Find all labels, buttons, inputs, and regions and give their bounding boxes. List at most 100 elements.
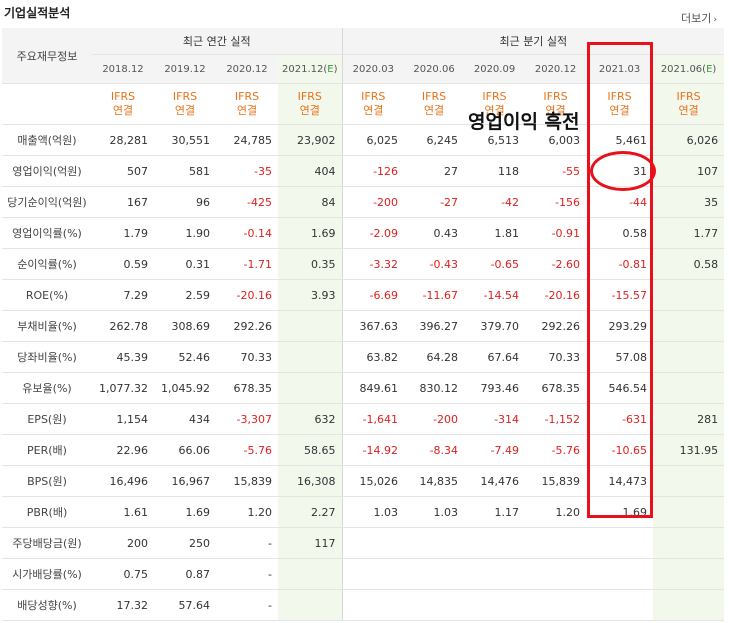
row-label: 부채비율(%) — [2, 310, 92, 342]
table-cell: 1,154 — [92, 403, 154, 435]
ifrs-standard: IFRS — [421, 90, 447, 103]
table-cell: 678.35 — [525, 372, 587, 404]
table-cell: 1,077.32 — [92, 372, 154, 404]
table-cell: -2.60 — [525, 248, 587, 280]
table-cell: 1.20 — [216, 496, 278, 528]
row-label: 영업이익(억원) — [2, 155, 92, 187]
table-cell — [653, 558, 725, 590]
table-cell — [586, 527, 654, 559]
table-cell: 6,025 — [341, 124, 405, 156]
table-cell — [653, 589, 725, 621]
table-cell: 27 — [404, 155, 465, 187]
table-cell: 0.35 — [278, 248, 343, 280]
table-cell — [278, 341, 343, 373]
table-cell: -200 — [404, 403, 465, 435]
ifrs-label[interactable]: IFRS 연결 — [216, 83, 278, 125]
table-cell — [653, 372, 725, 404]
ifrs-label[interactable]: IFRS 연결 — [154, 83, 216, 125]
annual-group-header: 최근 연간 실적 — [92, 28, 343, 55]
period-header: 2021.12(E) — [278, 54, 343, 84]
table-cell: 507 — [92, 155, 154, 187]
table-row: 부채비율(%) 262.78 308.69 292.26 367.63 396.27 379… — [2, 310, 725, 342]
table-cell: -20.16 — [216, 279, 278, 311]
ifrs-spacer — [2, 83, 92, 125]
table-cell: 1.79 — [92, 217, 154, 249]
table-cell: 308.69 — [154, 310, 216, 342]
table-cell: 14,476 — [464, 465, 526, 497]
ifrs-standard: IFRS — [543, 90, 568, 103]
table-cell: -0.14 — [216, 217, 278, 249]
table-cell: 23,902 — [278, 124, 343, 156]
row-label: 시가배당률(%) — [2, 558, 92, 590]
quarterly-group-header: 최근 분기 실적 — [341, 28, 725, 55]
row-label: PER(배) — [2, 434, 92, 466]
table-cell — [653, 279, 725, 311]
table-cell: 118 — [464, 155, 526, 187]
table-cell: 28,281 — [92, 124, 154, 156]
table-cell: -27 — [404, 186, 465, 218]
table-cell: 1.61 — [92, 496, 154, 528]
table-cell: 57.64 — [154, 589, 216, 621]
table-cell: 0.31 — [154, 248, 216, 280]
more-link[interactable]: 더보기 › — [681, 10, 717, 26]
table-cell — [464, 589, 526, 621]
ifrs-consolidated: 연결 — [299, 104, 320, 117]
table-cell: 0.43 — [404, 217, 465, 249]
table-row: 유보율(%) 1,077.32 1,045.92 678.35 849.61 830.12… — [2, 372, 725, 404]
table-cell: 70.33 — [216, 341, 278, 373]
ifrs-label[interactable]: IFRS 연결 — [586, 83, 654, 125]
table-cell — [653, 310, 725, 342]
table-cell: -2.09 — [341, 217, 405, 249]
table-cell: 31 — [586, 155, 654, 187]
table-cell: -7.49 — [464, 434, 526, 466]
table-row: 영업이익률(%) 1.79 1.90 -0.14 1.69 -2.09 0.43 1.81 -0… — [2, 217, 725, 249]
period-header: 2020.03 — [341, 54, 405, 84]
table-cell — [653, 527, 725, 559]
ifrs-label[interactable]: IFRS 연결 — [341, 83, 405, 125]
table-cell: 367.63 — [341, 310, 405, 342]
period-header: 2018.12 — [92, 54, 154, 84]
row-label: 순이익률(%) — [2, 248, 92, 280]
table-cell: 6,026 — [653, 124, 725, 156]
table-row: 배당성향(%) 17.32 57.64- — [2, 589, 725, 621]
table-cell: 830.12 — [404, 372, 465, 404]
period-label: 2021.06( — [660, 63, 707, 75]
table-cell: -55 — [525, 155, 587, 187]
table-cell: -6.69 — [341, 279, 405, 311]
table-cell — [525, 527, 587, 559]
ifrs-label[interactable]: IFRS 연결 — [92, 83, 154, 125]
table-row: 매출액(억원) 28,281 30,551 24,785 23,902 6,025 6,24… — [2, 124, 725, 156]
table-cell — [464, 527, 526, 559]
table-cell: 7.29 — [92, 279, 154, 311]
row-label: 당기순이익(억원) — [2, 186, 92, 218]
table-cell: 5,461 — [586, 124, 654, 156]
row-label: BPS(원) — [2, 465, 92, 497]
table-cell: 58.65 — [278, 434, 343, 466]
row-label: PBR(배) — [2, 496, 92, 528]
ifrs-standard: IFRS — [297, 90, 322, 103]
table-cell: 546.54 — [586, 372, 654, 404]
table-cell: 14,835 — [404, 465, 465, 497]
table-cell: -42 — [464, 186, 526, 218]
ifrs-label[interactable]: IFRS 연결 — [404, 83, 465, 125]
table-row: EPS(원) 1,154 434 -3,307 632 -1,641 -200 -314 -1,… — [2, 403, 725, 435]
table-cell: 849.61 — [341, 372, 405, 404]
table-cell: 379.70 — [464, 310, 526, 342]
ifrs-consolidated: 연결 — [112, 104, 134, 117]
ifrs-consolidated: 연결 — [609, 104, 630, 117]
table-cell: 1.69 — [586, 496, 654, 528]
table-cell — [653, 341, 725, 373]
ifrs-consolidated: 연결 — [363, 104, 384, 117]
table-cell: 14,473 — [586, 465, 654, 497]
ifrs-consolidated: 연결 — [678, 104, 699, 117]
ifrs-label[interactable]: IFRS 연결 — [653, 83, 725, 125]
table-cell: 200 — [92, 527, 154, 559]
ifrs-label[interactable]: IFRS 연결 — [278, 83, 343, 125]
table-cell — [653, 465, 725, 497]
table-cell: 434 — [154, 403, 216, 435]
table-cell: 22.96 — [92, 434, 154, 466]
table-cell: -0.91 — [525, 217, 587, 249]
table-cell: -1,152 — [525, 403, 587, 435]
table-row: PBR(배) 1.61 1.69 1.20 2.27 1.03 1.03 1.17 1.20 1.… — [2, 496, 725, 528]
table-cell: 107 — [653, 155, 725, 187]
